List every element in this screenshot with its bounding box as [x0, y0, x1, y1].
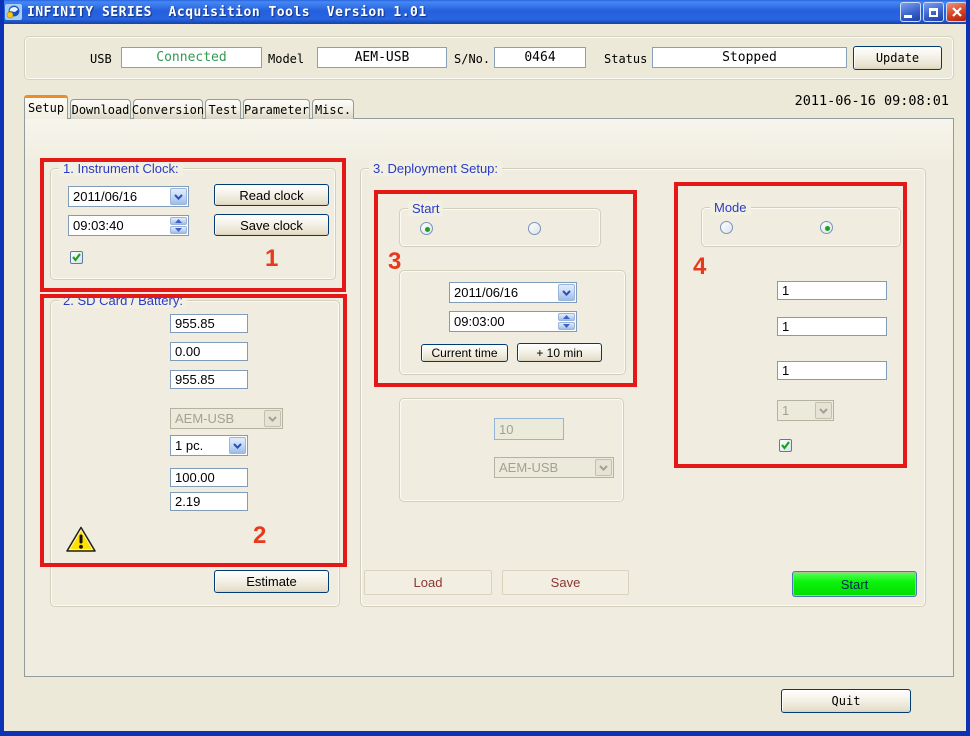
- usb-label: USB: [90, 52, 112, 66]
- delay-time-field: 10: [494, 418, 564, 440]
- minimize-button[interactable]: [900, 2, 921, 22]
- save-button[interactable]: Save: [502, 570, 629, 595]
- app-window: INFINITY SERIES Acquisition Tools Versio…: [0, 0, 970, 736]
- status-field: Stopped: [652, 47, 847, 68]
- tab-misc[interactable]: Misc.: [312, 99, 354, 119]
- clock-date-combobox[interactable]: 2011/06/16: [68, 186, 189, 207]
- wipe-per-combobox: 1: [777, 400, 834, 421]
- battery-combobox[interactable]: 1 pc.: [170, 435, 248, 456]
- spinner-up-icon[interactable]: [558, 313, 575, 321]
- status-label: Status: [604, 52, 647, 66]
- radio-burst[interactable]: [820, 221, 833, 234]
- spinner-down-icon[interactable]: [170, 226, 187, 234]
- instrument-clock-title: 1. Instrument Clock:: [59, 161, 183, 176]
- serial-label: S/No.: [454, 52, 490, 66]
- start-group-title: Start: [408, 201, 443, 216]
- available-field: 955.85: [170, 370, 248, 389]
- radio-delayed[interactable]: [528, 222, 541, 235]
- clock-time-spinner[interactable]: 09:03:40: [68, 215, 189, 236]
- window-title: INFINITY SERIES Acquisition Tools Versio…: [27, 5, 898, 20]
- tab-setup[interactable]: Setup: [24, 95, 68, 119]
- delay-model-combobox: AEM-USB: [494, 457, 614, 478]
- tab-test[interactable]: Test: [205, 99, 241, 119]
- plus-10-min-button[interactable]: + 10 min: [517, 343, 602, 362]
- delay-panel: [399, 398, 624, 502]
- quit-button[interactable]: Quit: [781, 689, 911, 713]
- title-bar: INFINITY SERIES Acquisition Tools Versio…: [0, 0, 970, 24]
- battery-time-field[interactable]: 2.19: [170, 492, 248, 511]
- spinner-down-icon[interactable]: [558, 322, 575, 330]
- read-clock-button[interactable]: Read clock: [214, 184, 329, 206]
- serial-field: 0464: [494, 47, 586, 68]
- tab-parameter[interactable]: Parameter: [243, 99, 310, 119]
- buzzer-checkbox[interactable]: [779, 439, 792, 452]
- tab-download[interactable]: Download: [70, 99, 131, 119]
- sample-field[interactable]: 1: [777, 317, 887, 336]
- maximize-button[interactable]: [923, 2, 944, 22]
- annotation-number-3: 3: [388, 248, 401, 276]
- maximize-icon: [929, 8, 938, 17]
- usb-status-field: Connected: [121, 47, 262, 68]
- close-button[interactable]: [946, 2, 967, 22]
- sync-to-pc-checkbox[interactable]: [70, 251, 83, 264]
- estimate-button[interactable]: Estimate: [214, 570, 329, 593]
- app-icon: [5, 4, 22, 20]
- chevron-down-icon[interactable]: [558, 284, 575, 301]
- deploy-time-spinner[interactable]: 09:03:00: [449, 311, 577, 332]
- save-clock-button[interactable]: Save clock: [214, 214, 329, 236]
- current-time-button[interactable]: Current time: [421, 344, 508, 362]
- chevron-down-icon: [264, 410, 281, 427]
- check-icon: [780, 440, 791, 451]
- capacity-field: 955.85: [170, 314, 248, 333]
- used-field: 0.00: [170, 342, 248, 361]
- spinner-up-icon[interactable]: [170, 217, 187, 225]
- chevron-down-icon[interactable]: [170, 188, 187, 205]
- deploy-date-combobox[interactable]: 2011/06/16: [449, 282, 577, 303]
- annotation-number-1: 1: [265, 245, 278, 273]
- current-datetime: 2011-06-16 09:08:01: [764, 93, 949, 109]
- burst-min-field[interactable]: 1: [777, 361, 887, 380]
- load-button[interactable]: Load: [364, 570, 492, 595]
- mode-group-title: Mode: [710, 200, 751, 215]
- tab-conversion[interactable]: Conversion: [133, 99, 203, 119]
- chevron-down-icon: [815, 402, 832, 419]
- model-label: Model: [268, 52, 304, 66]
- annotation-number-4: 4: [693, 253, 706, 281]
- chevron-down-icon: [595, 459, 612, 476]
- radio-date-time[interactable]: [420, 222, 433, 235]
- radio-continuous[interactable]: [720, 221, 733, 234]
- sd-battery-title: 2. SD Card / Battery:: [59, 293, 187, 308]
- model-field: AEM-USB: [317, 47, 447, 68]
- update-button[interactable]: Update: [853, 46, 942, 70]
- memory-time-field[interactable]: 100.00: [170, 468, 248, 487]
- start-button[interactable]: Start: [792, 571, 917, 597]
- deployment-setup-title: 3. Deployment Setup:: [369, 161, 502, 176]
- minimize-icon: [904, 15, 912, 18]
- check-icon: [71, 252, 82, 263]
- annotation-number-2: 2: [253, 522, 266, 550]
- close-icon: [952, 7, 962, 17]
- sd-model-combobox: AEM-USB: [170, 408, 283, 429]
- warning-icon: [66, 526, 96, 557]
- chevron-down-icon[interactable]: [229, 437, 246, 454]
- interval-field[interactable]: 1: [777, 281, 887, 300]
